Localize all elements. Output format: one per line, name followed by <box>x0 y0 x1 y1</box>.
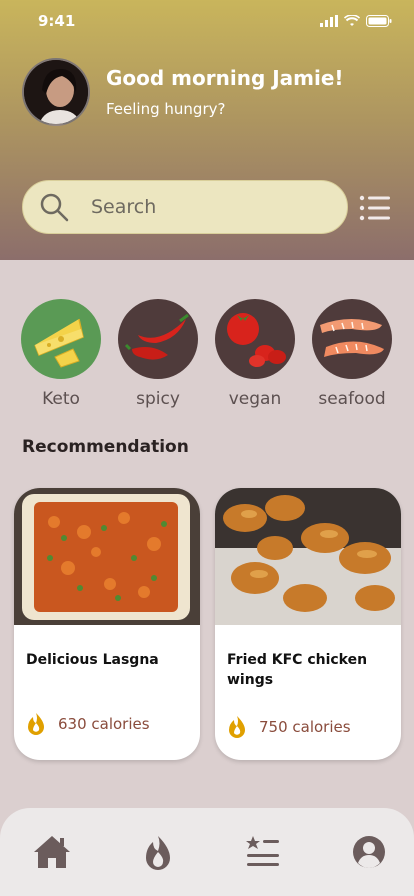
status-time: 9:41 <box>38 12 76 30</box>
recipe-card-fried-chicken[interactable]: Fried KFC chicken wings 750 calories <box>215 488 401 760</box>
recommendation-heading: Recommendation <box>22 437 189 457</box>
cheese-icon <box>34 318 84 368</box>
fried-chicken-photo <box>215 488 401 625</box>
category-circle <box>21 299 101 379</box>
profile-icon[interactable] <box>347 830 391 874</box>
lasagna-photo <box>14 488 200 625</box>
status-bar: 9:41 <box>0 0 414 44</box>
recipe-card-lasagna[interactable]: Delicious Lasgna 630 calories <box>14 488 200 760</box>
category-keto[interactable]: Keto <box>20 299 102 409</box>
search-icon <box>40 193 69 222</box>
category-vegan[interactable]: vegan <box>214 299 296 409</box>
bottom-navigation <box>0 808 414 896</box>
flame-icon <box>28 713 44 735</box>
category-label: spicy <box>136 389 180 409</box>
home-icon[interactable] <box>30 830 74 874</box>
category-spicy[interactable]: spicy <box>117 299 199 409</box>
calorie-count: 630 calories <box>58 715 150 733</box>
category-circle <box>215 299 295 379</box>
recipe-title: Fried KFC chicken wings <box>227 652 368 688</box>
recipe-title: Delicious Lasgna <box>26 652 159 668</box>
tomato-icon <box>227 313 286 367</box>
category-label: seafood <box>318 389 386 409</box>
shrimp-icon <box>320 319 384 357</box>
greeting-title: Good morning Jamie! <box>106 66 344 90</box>
battery-icon <box>366 15 392 27</box>
status-icons <box>320 15 392 27</box>
category-label: vegan <box>228 389 282 409</box>
calorie-info: 750 calories <box>227 716 351 738</box>
category-circle <box>118 299 198 379</box>
calorie-count: 750 calories <box>259 718 351 736</box>
avatar[interactable] <box>22 58 90 126</box>
signal-icon <box>320 15 338 27</box>
calorie-info: 630 calories <box>26 713 150 735</box>
greeting-subtitle: Feeling hungry? <box>106 100 226 118</box>
filter-list-icon[interactable] <box>358 193 392 223</box>
flame-icon[interactable] <box>136 830 180 874</box>
category-circle <box>312 299 392 379</box>
list-icon[interactable] <box>241 830 285 874</box>
search-input[interactable] <box>91 196 291 218</box>
wifi-icon <box>344 15 360 26</box>
category-label: Keto <box>42 389 80 409</box>
flame-icon <box>229 716 245 738</box>
chili-pepper-icon <box>124 313 189 360</box>
category-seafood[interactable]: seafood <box>311 299 393 409</box>
search-bar[interactable] <box>22 180 348 234</box>
